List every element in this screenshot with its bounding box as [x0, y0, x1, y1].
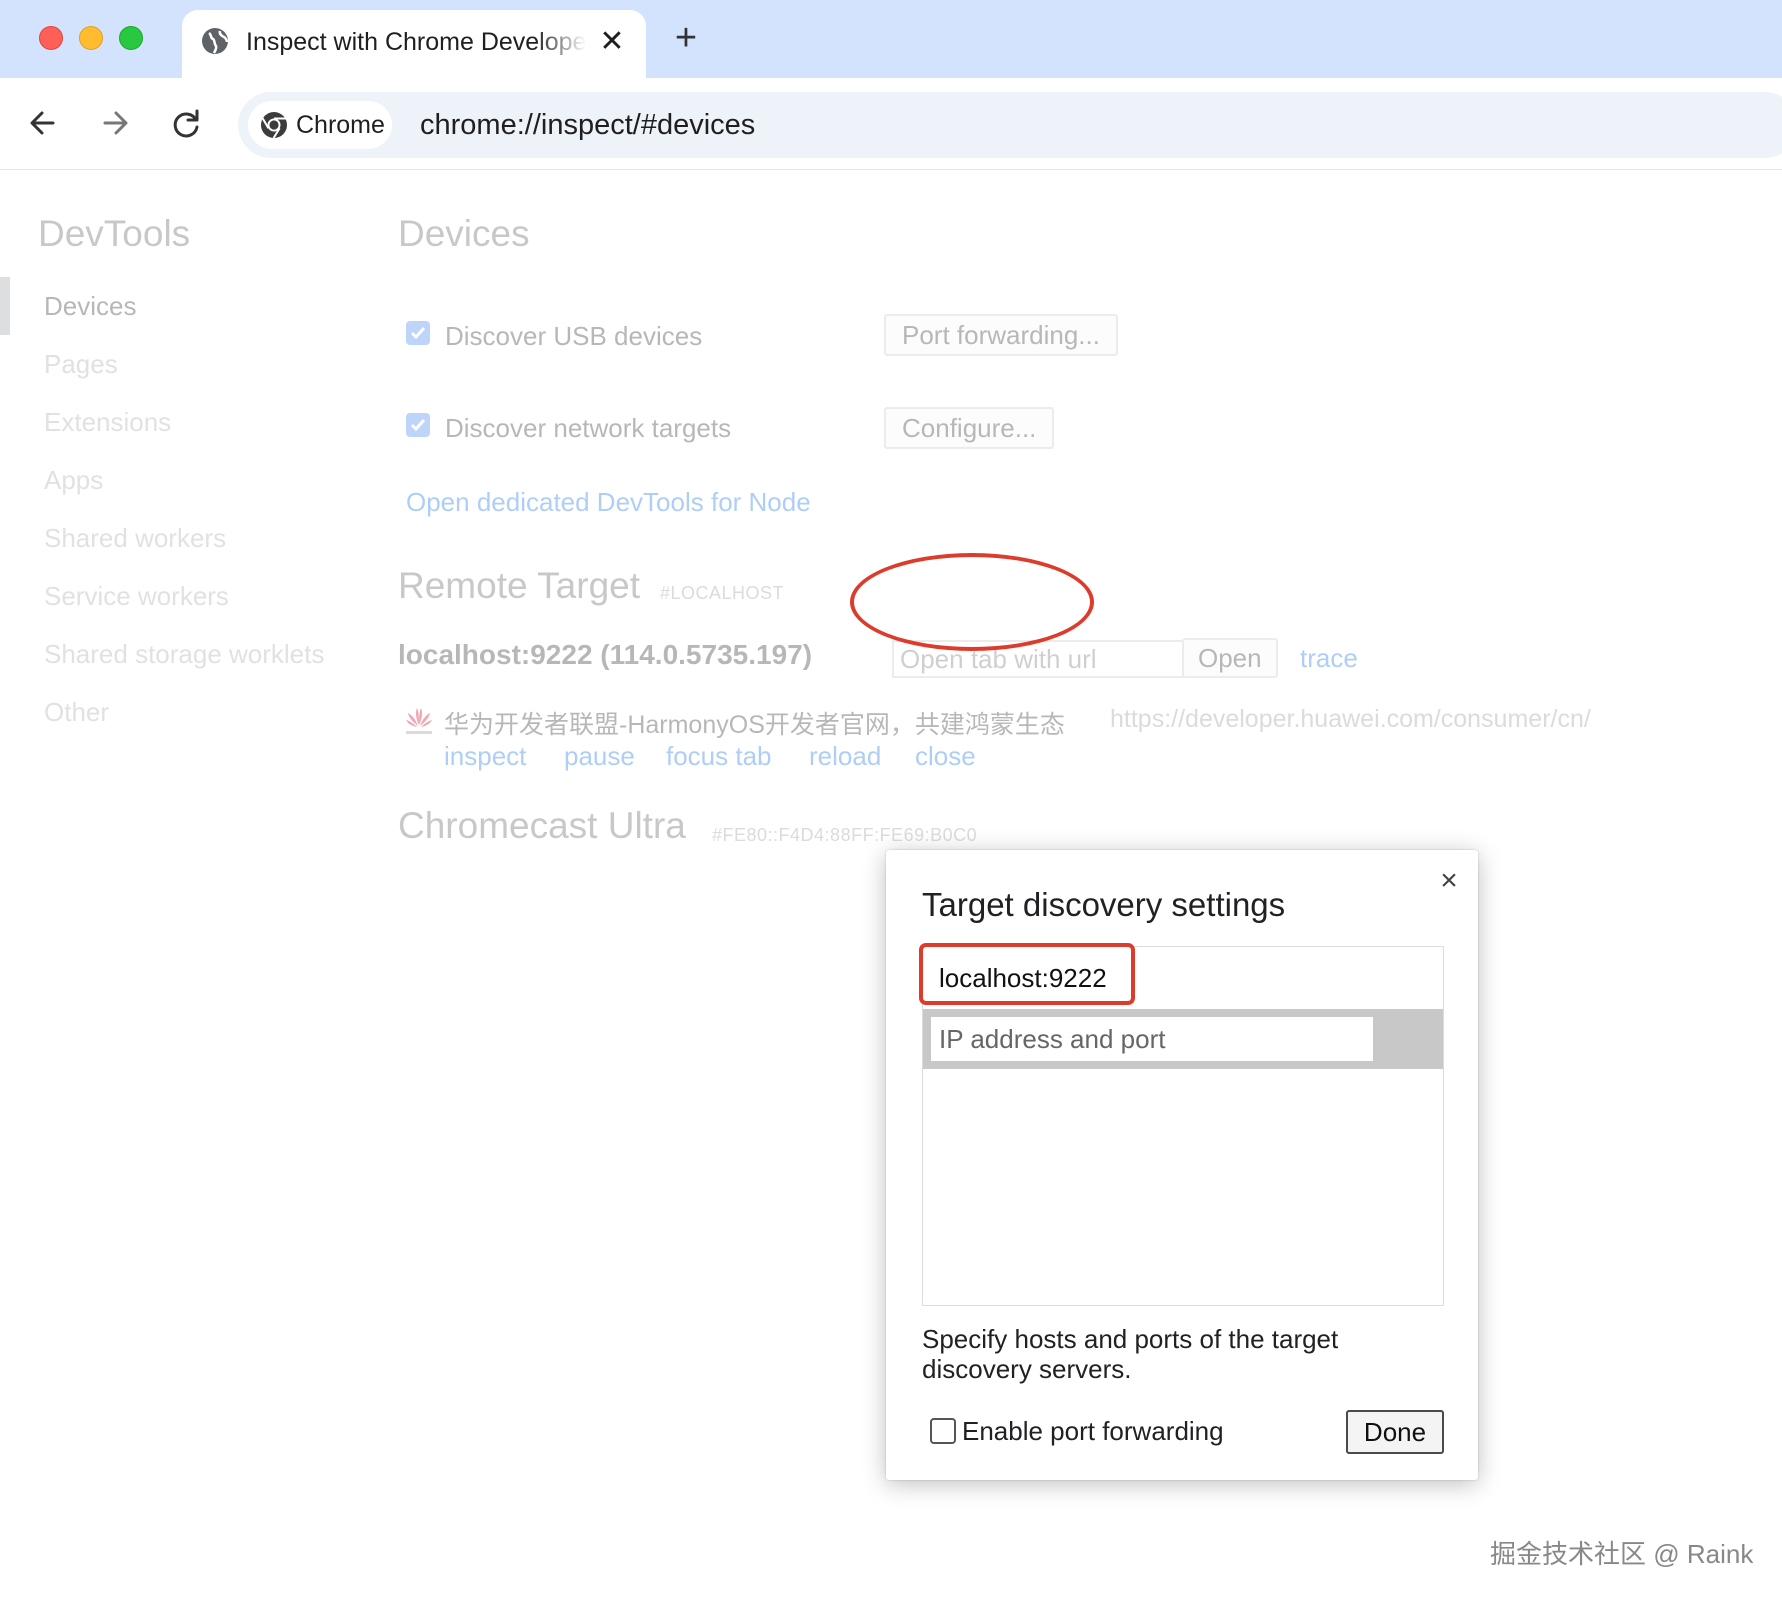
sidebar-item-shared-workers[interactable]: Shared workers	[44, 523, 226, 554]
tab-title: Inspect with Chrome Developer Tools	[246, 28, 586, 56]
close-icon[interactable]: ×	[1434, 866, 1464, 896]
enable-port-forwarding-checkbox[interactable]	[930, 1418, 956, 1444]
node-devtools-link[interactable]: Open dedicated DevTools for Node	[406, 487, 811, 518]
host-list: localhost:9222	[919, 943, 1444, 1306]
add-host-row	[923, 1009, 1443, 1069]
new-tab-button[interactable]: +	[668, 18, 704, 58]
open-button[interactable]: Open	[1182, 638, 1278, 678]
done-button[interactable]: Done	[1346, 1410, 1444, 1454]
annotation-circle	[850, 553, 1094, 651]
watermark: 掘金技术社区 @ Raink	[1490, 1539, 1754, 1569]
site-info-chip[interactable]: Chrome	[248, 101, 392, 149]
url-text[interactable]: chrome://inspect/#devices	[420, 92, 755, 158]
target-page-url: https://developer.huawei.com/consumer/cn…	[1110, 705, 1591, 733]
reload-icon[interactable]	[164, 100, 210, 146]
enable-port-forwarding-label: Enable port forwarding	[962, 1416, 1224, 1446]
huawei-logo-icon	[406, 708, 432, 734]
tab-close-icon[interactable]: ✕	[596, 26, 628, 58]
usb-checkbox[interactable]	[406, 321, 430, 345]
dialog-help-text: Specify hosts and ports of the target di…	[922, 1324, 1339, 1384]
target-host: localhost:9222 (114.0.5735.197)	[398, 639, 813, 670]
reload-link[interactable]: reload	[809, 741, 881, 772]
sidebar-item-apps[interactable]: Apps	[44, 465, 103, 496]
chromecast-title: Chromecast Ultra	[398, 805, 686, 846]
sidebar-item-pages[interactable]: Pages	[44, 349, 118, 380]
close-link[interactable]: close	[915, 741, 976, 772]
target-page-title: 华为开发者联盟-HarmonyOS开发者官网，共建鸿蒙生态	[444, 711, 1065, 739]
sidebar-item-devices[interactable]: Devices	[44, 291, 136, 322]
chrome-logo-icon	[261, 112, 287, 139]
usb-label: Discover USB devices	[445, 321, 703, 351]
pause-link[interactable]: pause	[564, 741, 635, 772]
page-title: Devices	[398, 213, 530, 254]
inspect-link[interactable]: inspect	[444, 741, 526, 772]
window-close-button[interactable]	[39, 26, 63, 50]
ip-port-input[interactable]	[931, 1017, 1373, 1061]
dialog-title: Target discovery settings	[922, 886, 1286, 923]
window-zoom-button[interactable]	[119, 26, 143, 50]
sidebar-item-extensions[interactable]: Extensions	[44, 407, 171, 438]
window-minimize-button[interactable]	[79, 26, 103, 50]
network-checkbox[interactable]	[406, 413, 430, 437]
globe-icon	[202, 28, 229, 54]
address-bar[interactable]: Chrome chrome://inspect/#devices	[238, 92, 1782, 158]
back-arrow-icon[interactable]	[20, 100, 66, 146]
screenshot-root: Inspect with Chrome Developer Tools ✕ +	[0, 0, 1782, 1604]
tab-strip: Inspect with Chrome Developer Tools ✕ +	[0, 0, 1782, 78]
configure-button[interactable]: Configure...	[884, 407, 1055, 449]
check-icon	[410, 419, 426, 432]
sidebar-title: DevTools	[38, 213, 191, 254]
focus-tab-link[interactable]: focus tab	[666, 741, 772, 772]
check-icon	[410, 327, 426, 340]
browser-toolbar: Chrome chrome://inspect/#devices	[0, 78, 1782, 170]
port-forwarding-button[interactable]: Port forwarding...	[884, 314, 1118, 356]
sidebar-active-indicator	[0, 277, 10, 335]
remote-target-title: Remote Target	[398, 565, 640, 606]
forward-arrow-icon[interactable]	[92, 100, 138, 146]
active-tab[interactable]: Inspect with Chrome Developer Tools ✕	[182, 10, 646, 78]
chip-label: Chrome	[296, 111, 385, 139]
annotation-box	[919, 943, 1135, 1005]
sidebar-item-service-workers[interactable]: Service workers	[44, 581, 229, 612]
remote-target-subtitle: #LOCALHOST	[660, 583, 785, 603]
chromecast-subtitle: #FE80::F4D4:88FF:FE69:B0C0	[712, 825, 978, 845]
target-discovery-dialog: × Target discovery settings localhost:92…	[886, 850, 1478, 1480]
network-label: Discover network targets	[445, 413, 732, 443]
sidebar-item-shared-storage-worklets[interactable]: Shared storage worklets	[44, 639, 324, 670]
trace-link[interactable]: trace	[1300, 643, 1358, 674]
sidebar-item-other[interactable]: Other	[44, 697, 109, 728]
